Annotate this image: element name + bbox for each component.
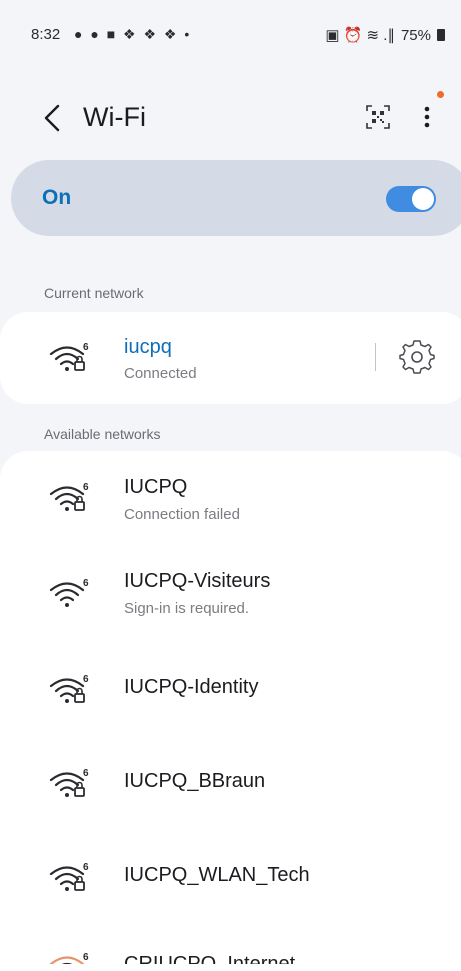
vertical-divider xyxy=(375,343,376,371)
current-network-item[interactable]: 6 iucpq Connected xyxy=(0,318,461,398)
wifi-secure-6-icon: 6 xyxy=(49,482,89,511)
network-status: Sign-in is required. xyxy=(124,600,250,617)
wifi-switch[interactable] xyxy=(386,186,436,212)
network-name: IUCPQ-Identity xyxy=(124,676,259,698)
network-name: CRIUCPQ_Internet xyxy=(124,953,296,964)
status-time: 8:32 xyxy=(31,26,61,43)
notification-icons: ● ● ■ ❖ ❖ ❖ • xyxy=(74,26,192,42)
svg-text:6: 6 xyxy=(83,674,89,685)
svg-text:6: 6 xyxy=(83,952,89,963)
network-item[interactable]: 6 IUCPQ-Visiteurs Sign-in is required. xyxy=(0,556,461,636)
qr-code-icon[interactable] xyxy=(365,104,391,130)
page-title: Wi-Fi xyxy=(83,102,146,132)
wifi-secure-6-icon: 6 xyxy=(49,768,89,797)
more-options-icon[interactable] xyxy=(415,98,439,136)
wifi-secure-6-icon: 6 xyxy=(49,342,89,371)
current-network-name: iucpq xyxy=(124,336,172,358)
network-status: Connection failed xyxy=(124,506,240,523)
battery-icon xyxy=(437,29,445,41)
available-networks-heading: Available networks xyxy=(44,426,161,442)
settings-gear-icon[interactable] xyxy=(398,338,436,376)
network-name: IUCPQ-Visiteurs xyxy=(124,570,271,592)
network-item[interactable]: 6 IUCPQ_WLAN_Tech xyxy=(0,838,461,918)
current-network-heading: Current network xyxy=(44,285,144,301)
network-name: IUCPQ_WLAN_Tech xyxy=(124,864,310,886)
wifi-secure-6-icon: 6 xyxy=(49,952,89,964)
network-name: IUCPQ_BBraun xyxy=(124,770,266,792)
network-item[interactable]: 6 IUCPQ Connection failed xyxy=(0,462,461,542)
wifi-toggle-row[interactable]: On xyxy=(11,160,461,236)
system-icons: ▣ ⏰ ≋ .∥ xyxy=(325,27,395,44)
back-icon[interactable] xyxy=(40,98,68,138)
toggle-label: On xyxy=(42,186,72,209)
app-header: Wi-Fi xyxy=(0,86,461,150)
svg-text:6: 6 xyxy=(83,862,89,873)
network-item[interactable]: 6 IUCPQ-Identity xyxy=(0,650,461,730)
wifi-open-6-icon: 6 xyxy=(49,578,89,607)
wifi-secure-6-icon: 6 xyxy=(49,862,89,891)
network-name: IUCPQ xyxy=(124,476,188,498)
svg-text:6: 6 xyxy=(83,768,89,779)
current-network-status: Connected xyxy=(124,365,197,382)
battery-percent: 75% xyxy=(400,26,431,44)
switch-knob xyxy=(412,188,434,210)
status-bar: 8:32 ● ● ■ ❖ ❖ ❖ • ▣ ⏰ ≋ .∥ 75% xyxy=(0,0,461,70)
network-item[interactable]: 6 CRIUCPQ_Internet xyxy=(0,932,461,964)
network-item[interactable]: 6 IUCPQ_BBraun xyxy=(0,744,461,824)
svg-text:6: 6 xyxy=(83,482,89,493)
status-right: ▣ ⏰ ≋ .∥ 75% xyxy=(325,26,445,44)
svg-text:6: 6 xyxy=(83,342,89,353)
wifi-secure-6-icon: 6 xyxy=(49,674,89,703)
notification-badge xyxy=(437,91,444,98)
svg-text:6: 6 xyxy=(83,578,89,589)
